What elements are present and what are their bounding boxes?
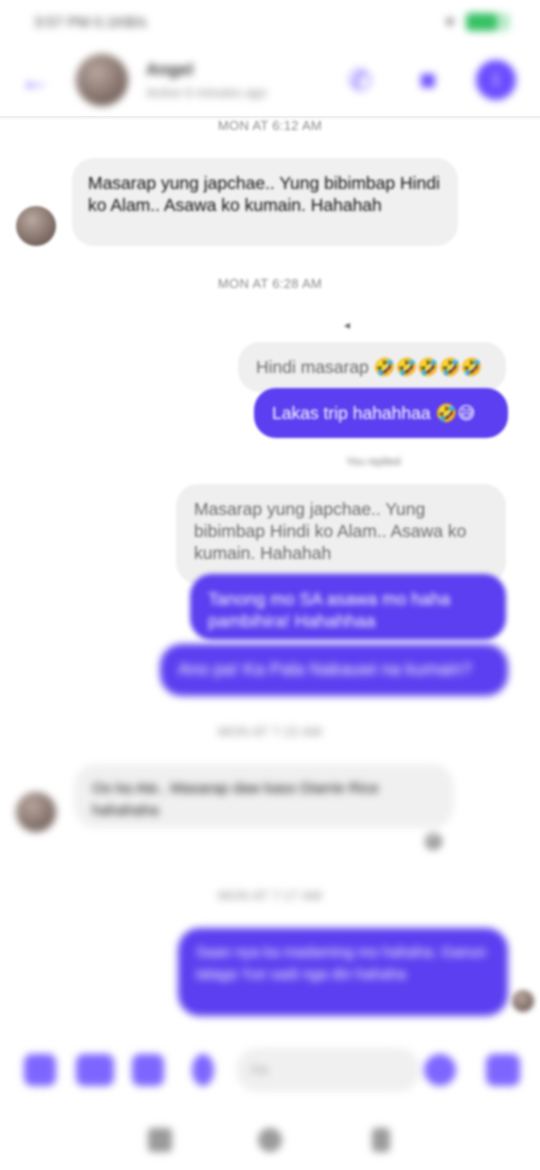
timestamp: MON AT 6:12 AM — [217, 118, 323, 133]
contact-active-status: Active 6 minutes ago — [146, 85, 267, 100]
replied-message[interactable]: Masarap yung japchae.. Yung bibimbap Hin… — [176, 484, 506, 584]
outgoing-message[interactable]: Saan nya ka madaming mo hahaha. Ganun ta… — [178, 928, 508, 1016]
conversation-header: ← Angel Active 6 minutes ago ✆ ■ i — [0, 44, 540, 116]
message-composer: Aa — [0, 1044, 540, 1100]
outgoing-message[interactable]: Ano pa! Ka Pala Nakauwi na kumain? — [160, 644, 508, 696]
timestamp: MON AT 7:15 AM — [217, 724, 323, 739]
message-input[interactable]: Aa — [236, 1048, 420, 1092]
status-time: 3:57 PM 0.1KB/s — [34, 14, 147, 31]
replied-message[interactable]: Hindi masarap 🤣🤣🤣🤣🤣 — [238, 342, 506, 392]
contact-name[interactable]: Angel — [146, 60, 193, 80]
thumbs-up-icon[interactable] — [486, 1054, 520, 1086]
video-camera-icon[interactable]: ■ — [408, 60, 448, 100]
image-icon[interactable] — [132, 1054, 164, 1086]
system-navigation-bar — [0, 1120, 540, 1170]
emoji-icon[interactable] — [424, 1054, 456, 1086]
camera-icon[interactable] — [76, 1054, 114, 1086]
incoming-message[interactable]: Masarap yung japchae.. Yung bibimbap Hin… — [72, 158, 458, 246]
outgoing-message[interactable]: Tanong mo SA asawa mo haha pambihira! Ha… — [190, 574, 506, 640]
replied-label: You replied — [346, 456, 401, 468]
status-bar: 3:57 PM 0.1KB/s ▾ — [0, 0, 540, 44]
sender-avatar — [16, 792, 56, 832]
timestamp: MON AT 6:28 AM — [217, 276, 323, 291]
apps-grid-icon[interactable] — [24, 1054, 56, 1086]
recent-apps-icon[interactable] — [148, 1128, 172, 1152]
contact-avatar[interactable] — [76, 54, 128, 106]
battery-icon — [466, 13, 510, 31]
seen-avatar — [512, 990, 534, 1012]
microphone-icon[interactable] — [192, 1054, 214, 1086]
incoming-message[interactable]: Oo ka Ate.. Masarap daw kaso Diarrie Ric… — [74, 764, 454, 828]
phone-icon[interactable]: ✆ — [340, 60, 380, 100]
timestamp: MON AT 7:17 AM — [217, 888, 323, 903]
sender-avatar — [16, 206, 56, 246]
back-arrow-icon[interactable]: ← — [20, 64, 50, 98]
reply-arrow-icon: ◂ — [344, 318, 351, 332]
wifi-icon: ▾ — [445, 14, 454, 31]
home-icon[interactable] — [258, 1128, 282, 1152]
outgoing-message[interactable]: Lakas trip hahahhaa 🤣😅 — [254, 388, 508, 438]
reaction-emoji[interactable]: 😅 — [424, 832, 443, 853]
info-icon[interactable]: i — [476, 60, 516, 100]
back-icon[interactable] — [372, 1128, 390, 1152]
